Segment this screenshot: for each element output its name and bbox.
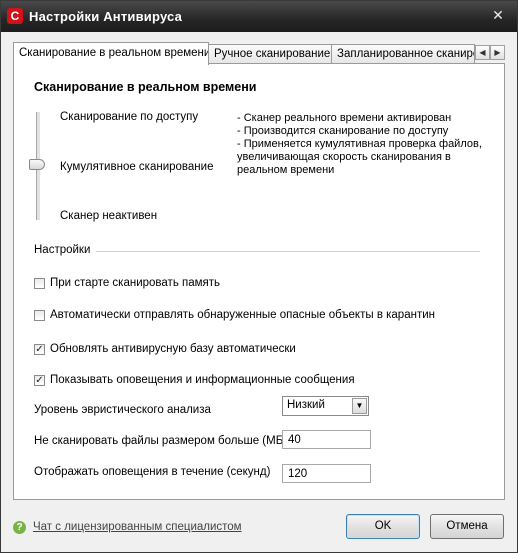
ok-button[interactable]: OK: [346, 514, 420, 539]
tab-scheduled-scanning[interactable]: Запланированное сканирование: [331, 44, 475, 63]
tab-scroll-left-icon[interactable]: ◀: [475, 45, 490, 60]
close-icon[interactable]: ✕: [489, 6, 507, 24]
notification-duration-label: Отображать оповещения в течение (секунд): [34, 466, 271, 478]
realtime-tab-panel: Сканирование в реальном времени Сканиров…: [13, 63, 505, 500]
antivirus-settings-window: C Настройки Антивируса ✕ Сканирование в …: [0, 0, 518, 553]
notification-duration-input[interactable]: 120: [282, 464, 371, 483]
comodo-app-icon: C: [7, 8, 23, 24]
licensed-specialist-chat-link[interactable]: Чат с лицензированным специалистом: [33, 521, 242, 533]
tab-strip: Сканирование в реальном времени Ручное с…: [13, 42, 505, 65]
scan-memory-checkbox[interactable]: [34, 278, 45, 289]
window-title: Настройки Антивируса: [29, 9, 183, 24]
heuristic-level-label: Уровень эвристического анализа: [34, 404, 211, 416]
settings-divider: [96, 251, 480, 253]
max-file-size-input[interactable]: 40: [282, 430, 371, 449]
level-disabled: Сканер неактивен: [60, 210, 158, 222]
max-file-size-label: Не сканировать файлы размером больше (МБ…: [34, 435, 288, 447]
level-description: - Сканер реального времени активирован -…: [237, 112, 487, 177]
checkbox-label: Обновлять антивирусную базу автоматическ…: [50, 343, 296, 355]
scan-level-slider-thumb[interactable]: [29, 159, 45, 170]
description-line: - Сканер реального времени активирован: [237, 112, 452, 124]
tab-manual-scanning[interactable]: Ручное сканирование: [208, 44, 332, 63]
checkbox-label: Показывать оповещения и информационные с…: [50, 374, 355, 386]
title-bar[interactable]: C Настройки Антивируса ✕: [1, 1, 517, 32]
tab-realtime-scanning[interactable]: Сканирование в реальном времени: [13, 42, 209, 65]
description-line: - Производится сканирование по доступу: [237, 125, 449, 137]
checkbox-label: При старте сканировать память: [50, 277, 221, 289]
checkbox-label: Автоматически отправлять обнаруженные оп…: [50, 309, 435, 321]
description-line: - Применяется кумулятивная проверка файл…: [237, 138, 482, 176]
auto-quarantine-checkbox[interactable]: [34, 310, 45, 321]
show-notifications-checkbox[interactable]: ✓: [34, 375, 45, 386]
section-title: Сканирование в реальном времени: [34, 80, 257, 94]
auto-update-checkbox[interactable]: ✓: [34, 344, 45, 355]
tab-scroll-right-icon[interactable]: ▶: [490, 45, 505, 60]
level-on-access: Сканирование по доступу: [60, 111, 199, 123]
level-cumulative: Кумулятивное сканирование: [60, 161, 214, 173]
heuristic-level-value: Низкий: [287, 399, 325, 411]
heuristic-level-select[interactable]: Низкий ▼: [282, 396, 369, 416]
settings-group-label: Настройки: [34, 244, 91, 256]
cancel-button[interactable]: Отмена: [430, 514, 504, 539]
help-question-icon[interactable]: ?: [13, 521, 26, 534]
chevron-down-icon[interactable]: ▼: [352, 398, 367, 414]
